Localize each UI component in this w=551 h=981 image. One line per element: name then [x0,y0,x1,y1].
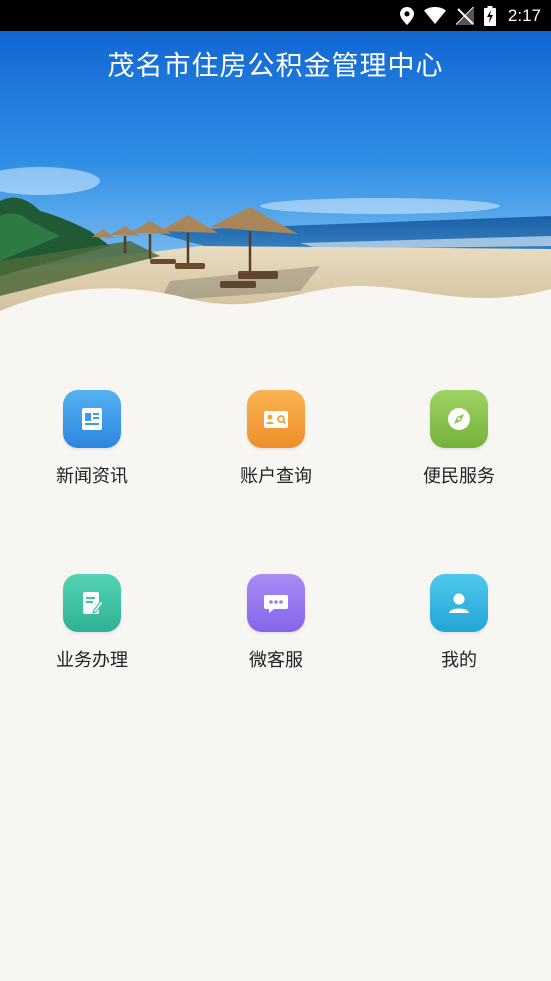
status-time: 2:17 [507,5,541,25]
menu-item-business[interactable]: 业务办理 [32,574,152,672]
menu-item-label: 账户查询 [240,466,312,487]
chat-icon [247,574,305,632]
battery-charging-icon [483,5,496,26]
document-edit-icon [63,574,121,632]
status-icons: 2:17 [399,0,541,31]
menu-item-label: 业务办理 [56,650,128,671]
news-icon [63,390,121,448]
account-query-icon [247,390,305,448]
menu-item-services[interactable]: 便民服务 [399,390,519,488]
wifi-icon [423,7,446,24]
menu-item-label: 便民服务 [423,466,495,487]
menu-item-mine[interactable]: 我的 [399,574,519,672]
menu-item-label: 新闻资讯 [56,466,128,487]
status-bar: 2:17 [0,0,551,31]
menu-item-label: 我的 [441,650,477,671]
menu-item-label: 微客服 [249,650,303,671]
location-icon [399,6,414,25]
no-signal-icon [455,6,474,25]
app-title: 茂名市住房公积金管理中心 [107,51,444,82]
hero-banner: 茂名市住房公积金管理中心 [0,31,551,321]
menu-item-account-query[interactable]: 账户查询 [216,390,336,488]
compass-icon [430,390,488,448]
user-icon [430,574,488,632]
menu-item-news[interactable]: 新闻资讯 [32,390,152,488]
menu-item-chat[interactable]: 微客服 [216,574,336,672]
